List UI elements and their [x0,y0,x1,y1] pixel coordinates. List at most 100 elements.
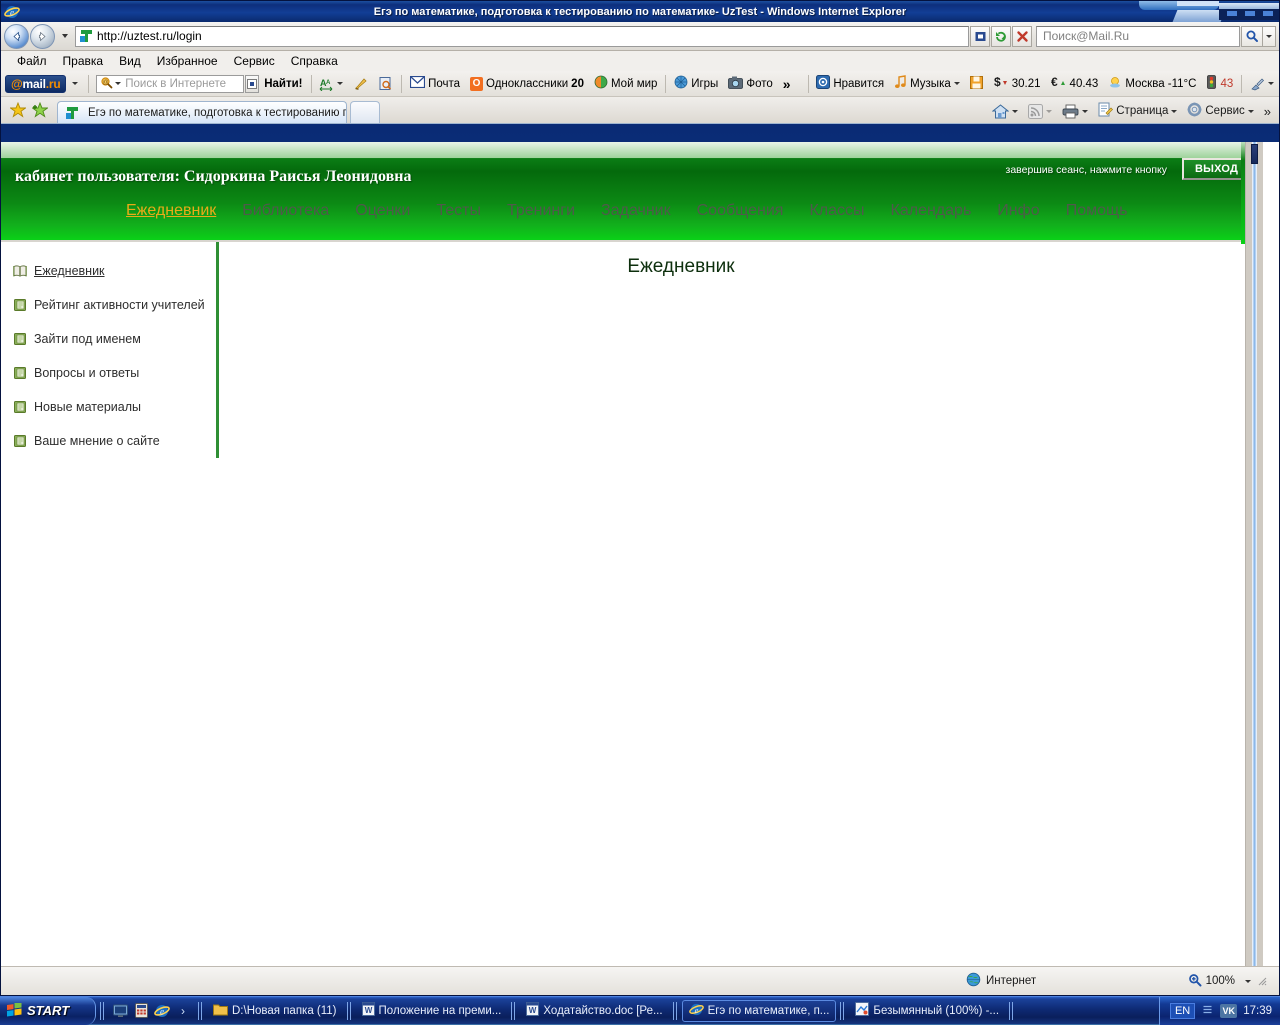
home-icon[interactable] [988,103,1022,120]
history-dropdown-icon[interactable] [58,25,72,47]
taskbar-item-word-1[interactable]: W Положение на преми... [356,1000,508,1022]
nav-item-otsenki[interactable]: Оценки [342,202,423,220]
mailru-overflow-button[interactable]: » [778,73,796,95]
sidebar-link[interactable]: Ваше мнение о сайте [34,434,160,448]
taskbar-item-browser[interactable]: e Егэ по математике, п... [682,1000,837,1022]
nav-item-zadachnik[interactable]: Задачник [588,202,684,220]
taskbar-item-paint[interactable]: Безымянный (100%) -... [849,1000,1005,1022]
internet-explorer-icon[interactable]: e [153,1002,171,1020]
forward-arrow-icon[interactable] [30,24,55,49]
address-input[interactable]: http://uztest.ru/login [75,26,969,47]
scrollbar-track[interactable] [1252,142,1257,966]
taskbar-grip[interactable] [347,1002,352,1020]
sidebar-link[interactable]: Вопросы и ответы [34,366,139,380]
taskbar-item-word-2[interactable]: W Ходатайство.doc [Ре... [520,1000,668,1022]
settings-brush-icon[interactable] [1245,73,1279,95]
nav-item-biblioteka[interactable]: Библиотека [229,202,342,220]
nav-item-pomoshch[interactable]: Помощь [1053,202,1141,220]
sidebar-item-ezhednevnik[interactable]: Ежедневник [1,254,216,288]
mailru-item-weather[interactable]: Москва -11°C [1103,73,1201,95]
mailru-item-dollar[interactable]: $ 30.21 [988,73,1046,95]
tray-menu-icon[interactable] [1201,1003,1214,1019]
vertical-scrollbar[interactable] [1245,142,1263,966]
nav-item-kalendar[interactable]: Календарь [878,202,985,220]
add-star-icon[interactable] [29,98,51,122]
calculator-icon[interactable] [132,1002,150,1020]
rss-icon[interactable] [1024,103,1056,120]
start-button[interactable]: START [0,997,96,1025]
search-input[interactable]: Поиск@Mail.Ru [1036,26,1240,47]
taskbar-grip[interactable] [511,1002,516,1020]
taskbar-grip[interactable] [198,1002,203,1020]
mailru-item-pochta[interactable]: Почта [405,73,465,95]
command-page-button[interactable]: Страница [1094,101,1181,121]
printer-icon[interactable] [1058,103,1092,120]
nav-item-treningi[interactable]: Тренинги [494,202,588,220]
mailru-item-odnoklassniki[interactable]: O Одноклассники 20 [465,73,589,95]
search-dropdown-button[interactable] [1263,26,1276,47]
scrollbar-thumb[interactable] [1251,144,1258,164]
font-size-icon[interactable]: AA [314,73,348,95]
mailru-item-save[interactable] [965,73,988,95]
mailru-item-nravitsya[interactable]: Нравится [811,73,889,95]
sidebar-item-vashe-mnenie[interactable]: Ваше мнение о сайте [1,424,216,458]
taskbar-grip[interactable] [100,1002,105,1020]
command-overflow-button[interactable]: » [1260,103,1275,120]
clock[interactable]: 17:39 [1243,1005,1272,1017]
search-go-button[interactable] [1241,26,1263,47]
nav-item-info[interactable]: Инфо [984,202,1052,220]
mailru-search-submit-icon[interactable] [245,75,259,93]
mailru-item-moy-mir[interactable]: Мой мир [589,73,662,95]
menu-item-file[interactable]: Файл [9,53,55,69]
mailru-find-button[interactable]: Найти! [259,73,307,95]
security-zone[interactable]: Интернет [966,972,1036,990]
zoom-control[interactable]: 100% [1188,973,1271,990]
chevron-down-icon[interactable] [1245,980,1251,983]
sidebar-item-voprosy-i-otvety[interactable]: Вопросы и ответы [1,356,216,390]
taskbar-grip[interactable] [1009,1002,1014,1020]
resize-grip[interactable] [1255,974,1269,988]
menu-item-tools[interactable]: Сервис [226,53,283,69]
mailru-item-muzyka[interactable]: Музыка [889,73,965,95]
page-search-icon[interactable] [373,73,398,95]
menu-item-help[interactable]: Справка [283,53,346,69]
taskbar-grip[interactable] [673,1002,678,1020]
browser-tab[interactable]: Егэ по математике, подготовка к тестиров… [57,101,347,123]
mailru-search-dropdown-icon[interactable] [115,82,121,85]
sidebar-link[interactable]: Зайти под именем [34,332,141,346]
window-controls[interactable] [1139,1,1279,22]
highlighter-icon[interactable] [348,73,373,95]
new-tab-button[interactable] [350,101,380,123]
sidebar-link[interactable]: Ежедневник [34,264,105,278]
language-indicator[interactable]: EN [1170,1003,1195,1019]
sidebar-item-reyting[interactable]: Рейтинг активности учителей [1,288,216,322]
command-tools-button[interactable]: Сервис [1183,101,1257,121]
show-desktop-icon[interactable] [111,1002,129,1020]
taskbar-item-folder[interactable]: D:\Новая папка (11) [207,1000,343,1022]
nav-item-testy[interactable]: Тесты [423,202,494,220]
mailru-logo-dropdown-icon[interactable] [68,73,82,95]
sidebar-link[interactable]: Новые материалы [34,400,141,414]
refresh-icon[interactable] [991,26,1011,47]
star-icon[interactable] [7,98,29,122]
menu-item-view[interactable]: Вид [111,53,149,69]
mailru-item-euro[interactable]: € 40.43 [1046,73,1104,95]
mailru-search-input[interactable]: @ Поиск в Интернете [96,75,244,93]
sidebar-item-novye-materialy[interactable]: Новые материалы [1,390,216,424]
chevron-right-icon[interactable]: › [174,1002,192,1020]
back-arrow-icon[interactable] [4,24,29,49]
mailru-item-igry[interactable]: Игры [669,73,723,95]
stop-icon[interactable] [1012,26,1032,47]
mailru-logo[interactable]: @mail.ru [5,75,66,93]
nav-item-soobshcheniya[interactable]: Сообщения [684,202,797,220]
vk-icon[interactable]: VK [1220,1004,1237,1018]
nav-item-ezhednevnik[interactable]: Ежедневник [113,202,229,220]
nav-item-klassy[interactable]: Классы [796,202,877,220]
menu-item-favorites[interactable]: Избранное [149,53,226,69]
mailru-item-traffic[interactable]: 43 [1201,73,1238,95]
mailru-item-foto[interactable]: Фото [723,73,777,95]
compatibility-view-icon[interactable] [970,26,990,47]
sidebar-link[interactable]: Рейтинг активности учителей [34,298,205,312]
taskbar-grip[interactable] [840,1002,845,1020]
menu-item-edit[interactable]: Правка [55,53,112,69]
